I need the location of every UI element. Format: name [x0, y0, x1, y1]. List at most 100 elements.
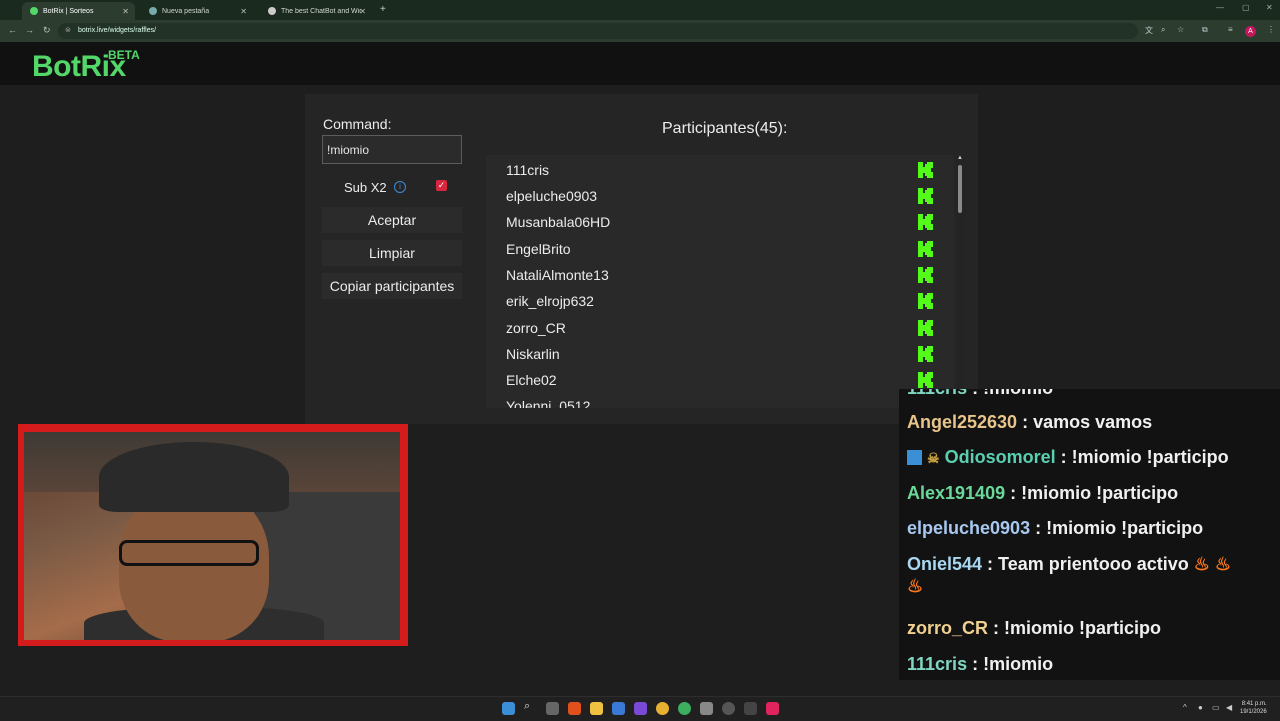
command-input[interactable]: [322, 135, 462, 164]
command-label: Command:: [323, 116, 392, 132]
bookmark-star-icon[interactable]: ☆: [1177, 25, 1184, 34]
kick-icon: [918, 214, 933, 230]
webcam-frame: [18, 424, 408, 646]
obs-icon[interactable]: [722, 702, 735, 715]
chrome-profile-icon[interactable]: [678, 702, 691, 715]
fire-emoji-icon: ♨: [907, 576, 924, 596]
tray-chevron-icon[interactable]: ^: [1183, 703, 1187, 712]
forward-icon[interactable]: →: [25, 25, 34, 35]
botrix-favicon-icon: [30, 7, 38, 15]
chat-message: Oniel544 : Team prientooo activo ♨ ♨ ♨: [907, 554, 1232, 596]
skull-badge-icon: ☠: [927, 450, 940, 466]
extensions-icon[interactable]: ⧉: [1202, 25, 1208, 35]
window-close-icon[interactable]: ✕: [1266, 3, 1273, 12]
copy-participants-button[interactable]: Copiar participantes: [322, 273, 462, 299]
fire-emoji-icon: ♨: [1193, 554, 1210, 574]
chat-message: elpeluche0903 : !miomio !participo: [907, 518, 1204, 538]
chat-text: !miomio !participo: [1046, 518, 1204, 538]
steam-icon[interactable]: [744, 702, 757, 715]
close-tab-icon[interactable]: ✕: [359, 7, 366, 16]
chat-message: ☠ Odiosomorel : !miomio !participo: [907, 446, 1277, 469]
site-favicon-icon: [268, 7, 276, 15]
tab-botrix[interactable]: BotRix | Sorteos ✕: [22, 2, 135, 20]
chrome-icon[interactable]: [656, 702, 669, 715]
tiktok-icon[interactable]: [766, 702, 779, 715]
scroll-up-icon[interactable]: ▲: [957, 155, 963, 161]
sub-x2-label: Sub X2: [344, 180, 387, 195]
microphone-icon[interactable]: ●: [1198, 703, 1203, 712]
chat-username: elpeluche0903: [907, 518, 1031, 538]
reload-icon[interactable]: ↻: [43, 25, 51, 36]
network-icon[interactable]: ▭: [1212, 703, 1220, 712]
chat-text: !miomio !participo: [1021, 483, 1179, 503]
list-item: erik_elrojp632: [506, 293, 594, 309]
task-view-icon[interactable]: [546, 702, 559, 715]
list-item: elpeluche0903: [506, 188, 598, 204]
info-icon[interactable]: i: [394, 181, 406, 193]
chat-text: !miomio !participo: [1071, 447, 1229, 467]
menu-kebab-icon[interactable]: ⋮: [1267, 25, 1275, 34]
brave-browser-icon[interactable]: [568, 702, 581, 715]
tab-title: BotRix | Sorteos: [43, 7, 94, 15]
volume-icon[interactable]: ◀: [1226, 703, 1232, 712]
address-bar: ← → ↻ ⊜ botrix.live/widgets/raffles/ 文 ⌕…: [0, 20, 1280, 42]
list-item: zorro_CR: [506, 320, 566, 336]
kick-icon: [918, 293, 933, 309]
kick-icon: [918, 241, 933, 257]
chat-username: zorro_CR: [907, 618, 989, 638]
accept-button[interactable]: Aceptar: [322, 207, 462, 233]
participants-scrollbar[interactable]: ▲: [957, 155, 965, 408]
streamer-glasses: [119, 540, 259, 566]
participants-title: Participantes(45):: [662, 120, 788, 137]
kick-icon: [918, 188, 933, 204]
list-item: NataliAlmonte13: [506, 267, 609, 283]
tab-new[interactable]: Nueva pestaña ✕: [141, 2, 253, 20]
clear-button[interactable]: Limpiar: [322, 240, 462, 266]
scrollbar-thumb[interactable]: [958, 165, 962, 213]
participants-list[interactable]: 111cris elpeluche0903 Musanbala06HD Enge…: [486, 155, 954, 408]
chat-text: vamos vamos: [1033, 412, 1153, 432]
start-icon[interactable]: [502, 702, 515, 715]
url-input[interactable]: ⊜ botrix.live/widgets/raffles/: [58, 23, 1138, 39]
minimize-icon[interactable]: —: [1216, 3, 1224, 12]
list-item: 111cris: [506, 162, 550, 178]
chat-username: Angel252630: [907, 412, 1018, 432]
site-header: BotRix BETA: [0, 42, 1280, 85]
tab-title: Nueva pestaña: [162, 7, 210, 15]
windows-taskbar: ⌕ ^ ● ▭ ◀ 8:41 p.m. 19/1/2026: [0, 696, 1280, 721]
sub-x2-checkbox[interactable]: ✓: [436, 180, 447, 191]
chat-message: Alex191409 : !miomio !participo: [907, 483, 1179, 503]
maximize-icon[interactable]: ▢: [1242, 3, 1250, 12]
site-info-icon[interactable]: ⊜: [65, 23, 71, 39]
close-tab-icon[interactable]: ✕: [240, 7, 247, 16]
app-icon-2[interactable]: [700, 702, 713, 715]
new-tab-plus-icon[interactable]: +: [380, 4, 386, 15]
kick-icon: [918, 267, 933, 283]
close-tab-icon[interactable]: ✕: [122, 7, 129, 16]
chat-username: 111cris: [907, 654, 968, 674]
chat-username: Oniel544: [907, 554, 983, 574]
tab-title: The best ChatBot and Widgets: [281, 7, 361, 15]
translate-icon[interactable]: 文: [1145, 25, 1153, 36]
webcam-video: [24, 432, 400, 640]
list-item: Elche02: [506, 372, 557, 388]
list-item: Musanbala06HD: [506, 214, 611, 230]
app-icon[interactable]: [634, 702, 647, 715]
file-explorer-icon[interactable]: [590, 702, 603, 715]
tab-chatbot[interactable]: The best ChatBot and Widgets ✕: [260, 2, 372, 20]
beta-badge: BETA: [108, 48, 140, 62]
chat-message: Angel252630 : vamos vamos: [907, 412, 1153, 432]
store-icon[interactable]: [612, 702, 625, 715]
chat-text: !miomio: [983, 654, 1054, 674]
list-item: EngelBrito: [506, 241, 571, 257]
chat-message: 111cris : !miomio: [907, 389, 1277, 399]
search-icon[interactable]: ⌕: [524, 700, 537, 713]
chat-message: zorro_CR : !miomio !participo: [907, 618, 1162, 638]
back-icon[interactable]: ←: [8, 25, 17, 35]
zoom-icon[interactable]: ⌕: [1161, 25, 1165, 35]
sidepanel-icon[interactable]: ≡: [1228, 25, 1233, 34]
profile-avatar[interactable]: A: [1245, 26, 1256, 37]
clock[interactable]: 8:41 p.m. 19/1/2026: [1240, 700, 1267, 716]
chat-overlay: 111cris : !miomio Angel252630 : vamos va…: [899, 389, 1280, 680]
chat-text: !miomio: [983, 389, 1053, 398]
